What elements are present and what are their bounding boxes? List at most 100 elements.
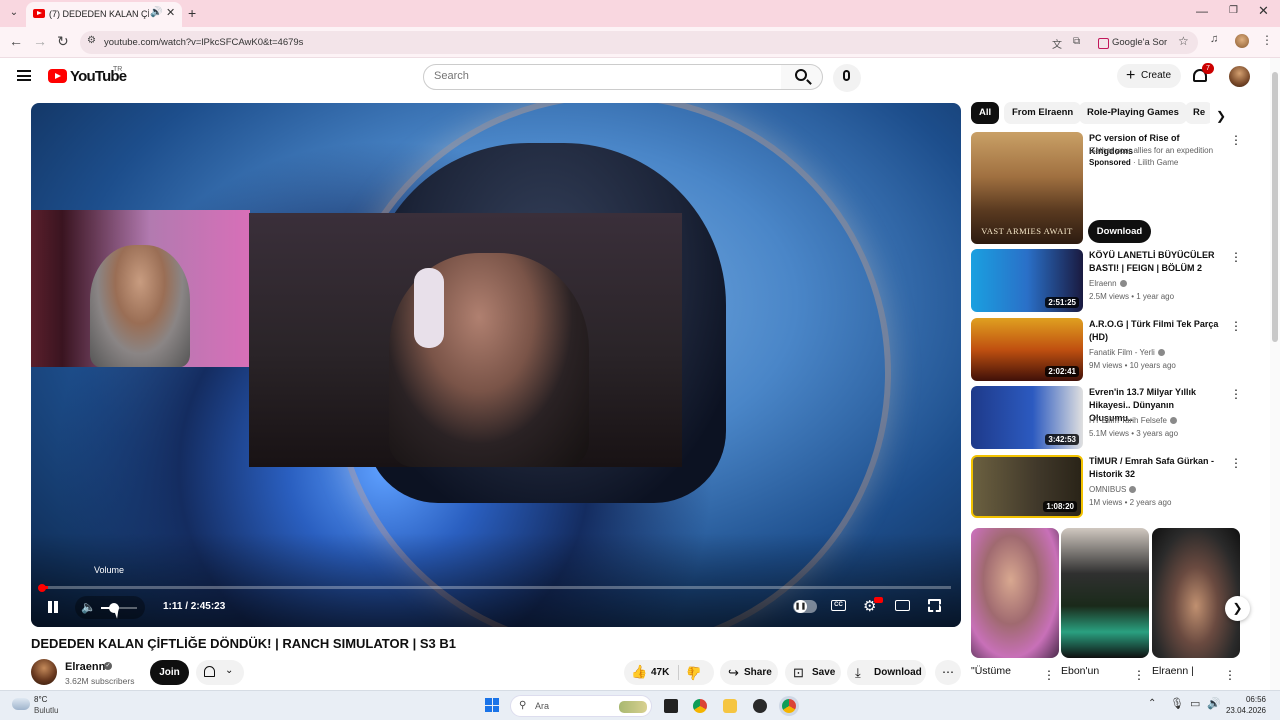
notifications-button[interactable]: 7 [1193, 63, 1214, 84]
minimize-icon[interactable]: — [1196, 4, 1208, 18]
kebab-icon[interactable]: ⋮ [1230, 250, 1242, 264]
video-title[interactable]: KÖYÜ LANETLİ BÜYÜCÜLER BASTI! | FEIGN | … [1089, 249, 1219, 275]
kebab-icon[interactable]: ⋮ [1133, 668, 1145, 682]
short-title[interactable]: Elraenn | [1152, 665, 1194, 677]
chrome-icon[interactable] [693, 699, 707, 713]
tab-list-icon[interactable]: ⌄ [6, 5, 22, 21]
chrome-icon[interactable] [782, 699, 796, 713]
list-item[interactable]: 2:02:41 A.R.O.G | Türk Filmi Tek Parça (… [971, 318, 1242, 381]
list-item[interactable]: 3:42:53 Evren'in 13.7 Milyar Yıllık Hika… [971, 386, 1242, 449]
url-text[interactable]: youtube.com/watch?v=lPkcSFCAwK0&t=4679s [104, 37, 303, 48]
chip-role-playing-games[interactable]: Role-Playing Games [1079, 102, 1187, 124]
browser-tab[interactable]: (7) DEDEDEN KALAN ÇİFTLİ 🔊 ✕ [26, 2, 182, 27]
search-input[interactable] [434, 70, 734, 82]
volume-icon[interactable]: 🔊 [1207, 697, 1221, 710]
folder-icon[interactable] [723, 699, 737, 713]
progress-scrubber[interactable] [38, 584, 46, 592]
video-title[interactable]: A.R.O.G | Türk Filmi Tek Parça (HD) [1089, 318, 1219, 344]
voice-search-button[interactable] [833, 64, 861, 92]
short-title[interactable]: Ebon'un [1061, 665, 1099, 677]
ad-download-button[interactable]: Download [1088, 220, 1151, 243]
reload-icon[interactable]: ↻ [57, 33, 69, 50]
cast-icon[interactable]: ⧉ [1073, 36, 1080, 47]
weather-temperature[interactable]: 8°C [34, 695, 47, 704]
list-item[interactable]: 1:08:20 TİMUR / Emrah Safa Gürkan - Hist… [971, 455, 1242, 518]
channel-name[interactable]: OMNIBUS [1089, 485, 1137, 494]
close-icon[interactable]: ✕ [166, 6, 175, 19]
video-title[interactable]: TİMUR / Emrah Safa Gürkan - Historik 32 [1089, 455, 1219, 481]
autoplay-toggle[interactable]: ❚❚ [793, 600, 817, 613]
kebab-icon[interactable]: ⋮ [1230, 319, 1242, 333]
site-info-icon[interactable]: ⚙ [87, 35, 96, 46]
sponsored-ad[interactable]: VAST ARMIES AWAIT PC version of Rise of … [971, 132, 1242, 244]
profile-icon[interactable] [1235, 34, 1249, 48]
chip-from-channel[interactable]: From Elraenn [1004, 102, 1082, 124]
search-button[interactable] [781, 64, 823, 90]
back-icon[interactable]: ← [9, 33, 23, 49]
windows-start-icon[interactable] [485, 698, 499, 712]
cloud-icon[interactable] [12, 698, 30, 710]
short-thumbnail[interactable] [1061, 528, 1149, 658]
video-player[interactable]: Volume 🔈 1:11 / 2:45:23 ❚❚ CC ⚙ [31, 103, 961, 627]
chevron-right-icon[interactable]: ❯ [1225, 596, 1250, 621]
channel-avatar[interactable] [31, 659, 57, 685]
search-box[interactable] [423, 64, 782, 90]
video-thumbnail[interactable]: 2:02:41 [971, 318, 1083, 381]
hamburger-menu-icon[interactable] [17, 70, 31, 81]
subtitles-button[interactable]: CC [831, 600, 846, 611]
video-thumbnail[interactable]: 3:42:53 [971, 386, 1083, 449]
network-icon[interactable]: ▭ [1190, 697, 1200, 710]
media-icon[interactable]: ♫ [1210, 33, 1218, 45]
more-actions-button[interactable]: ⋯ [935, 660, 961, 685]
video-thumbnail[interactable]: 1:08:20 [971, 455, 1083, 518]
scrollbar[interactable] [1270, 58, 1280, 690]
channel-name[interactable]: Elraenn [65, 661, 105, 673]
microphone-icon[interactable]: 🎙 [1170, 697, 1184, 710]
clock-date[interactable]: 23.04.2026 [1224, 706, 1266, 715]
translate-icon[interactable]: 文 [1052, 36, 1062, 51]
download-button[interactable]: ⤓ Download [847, 660, 926, 685]
volume-icon[interactable]: 🔈 [81, 600, 96, 614]
forward-icon[interactable]: → [33, 33, 47, 49]
youtube-logo-icon[interactable] [48, 69, 67, 83]
chip-all[interactable]: All [971, 102, 1000, 124]
kebab-icon[interactable]: ⋮ [1230, 133, 1242, 147]
short-thumbnail[interactable] [971, 528, 1059, 658]
chip-partial[interactable]: Re [1185, 102, 1210, 124]
window-close-icon[interactable]: ✕ [1258, 3, 1269, 19]
like-button[interactable]: 👍 [631, 664, 647, 680]
scrollbar-thumb[interactable] [1272, 72, 1278, 342]
clock-time[interactable]: 06:56 [1228, 695, 1266, 704]
join-button[interactable]: Join [150, 660, 189, 685]
kebab-icon[interactable]: ⋮ [1043, 668, 1055, 682]
star-icon[interactable]: ☆ [1178, 34, 1189, 48]
taskbar-search[interactable]: ⚲ Ara [510, 695, 652, 717]
list-item[interactable]: 2:51:25 KÖYÜ LANETLİ BÜYÜCÜLER BASTI! | … [971, 249, 1242, 312]
save-button[interactable]: ⊡ Save [785, 660, 841, 685]
audio-icon[interactable]: 🔊 [150, 7, 162, 18]
dislike-button[interactable]: 👍 [686, 665, 702, 681]
chevron-right-icon[interactable]: ❯ [1216, 109, 1226, 123]
channel-name[interactable]: HT Bilim Tarih Felsefe [1089, 416, 1177, 425]
short-title[interactable]: "Üstüme [971, 665, 1011, 677]
pause-button[interactable] [47, 601, 59, 614]
channel-name[interactable]: Elraenn [1089, 279, 1127, 288]
kebab-icon[interactable]: ⋮ [1261, 33, 1273, 47]
app-icon[interactable] [753, 699, 767, 713]
progress-bar[interactable] [41, 586, 951, 589]
new-tab-icon[interactable]: + [188, 5, 196, 21]
kebab-icon[interactable]: ⋮ [1230, 387, 1242, 401]
subscribe-notifications-button[interactable]: ⌄ [196, 660, 244, 685]
google-ask-button[interactable]: Google'a Sor [1094, 34, 1173, 51]
avatar[interactable] [1229, 66, 1250, 87]
kebab-icon[interactable]: ⋮ [1224, 668, 1236, 682]
file-manager-icon[interactable] [664, 699, 678, 713]
kebab-icon[interactable]: ⋮ [1230, 456, 1242, 470]
create-button[interactable]: + Create [1117, 64, 1181, 88]
ad-thumbnail[interactable]: VAST ARMIES AWAIT [971, 132, 1083, 244]
video-thumbnail[interactable]: 2:51:25 [971, 249, 1083, 312]
omnibox[interactable]: ⚙ youtube.com/watch?v=lPkcSFCAwK0&t=4679… [80, 31, 1198, 54]
share-button[interactable]: ↪ Share [720, 660, 778, 685]
chevron-up-icon[interactable]: ⌃ [1148, 698, 1156, 709]
short-thumbnail[interactable] [1152, 528, 1240, 658]
